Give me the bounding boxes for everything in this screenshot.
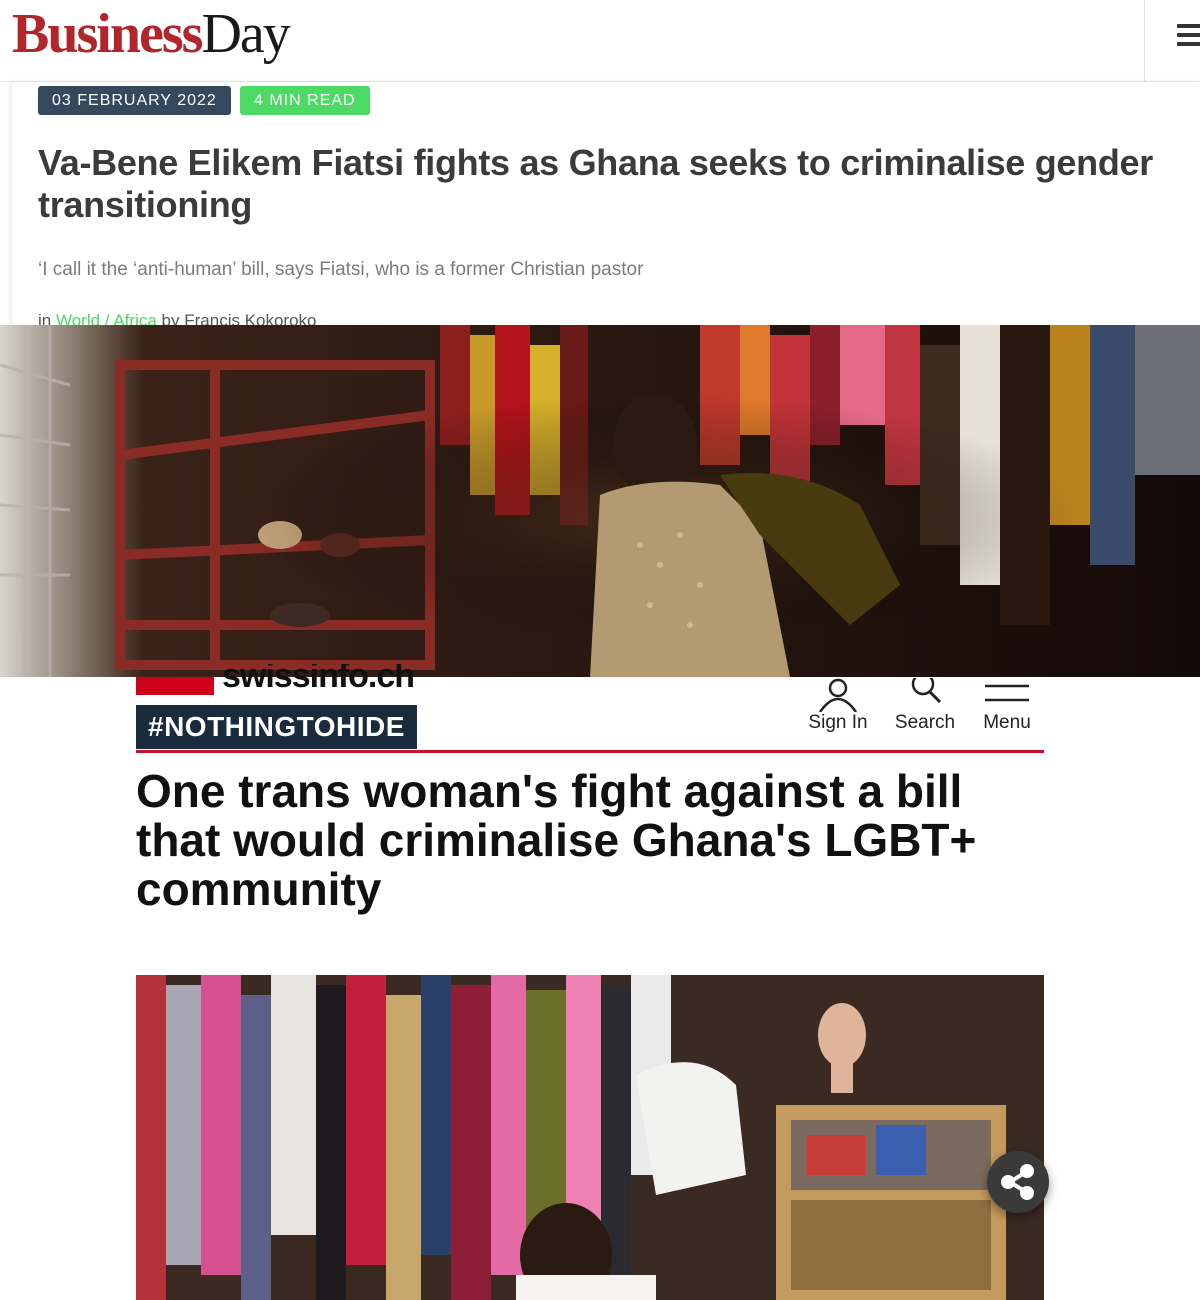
sign-in-button[interactable]: Sign In <box>806 678 870 734</box>
article-photo-closet <box>136 975 1044 1300</box>
category-link-africa[interactable]: Africa <box>113 311 156 325</box>
article-title[interactable]: Va-Bene Elikem Fiatsi fights as Ghana se… <box>38 142 1168 226</box>
search-button[interactable]: Search <box>892 672 958 734</box>
author-name: Francis Kokoroko <box>184 311 317 325</box>
swissinfo-article-title[interactable]: One trans woman's fight against a bill t… <box>136 767 1044 914</box>
menu-button[interactable]: Menu <box>980 678 1034 734</box>
share-icon <box>1001 1164 1034 1200</box>
menu-icon <box>980 678 1034 712</box>
article-subtitle: ‘I call it the ‘anti-human’ bill, says F… <box>38 259 644 280</box>
nothingtohide-tag[interactable]: #NOTHINGTOHIDE <box>136 705 417 749</box>
article-byline: in World / Africa by Francis Kokoroko <box>38 311 317 325</box>
swi-logo-mark[interactable] <box>136 677 214 695</box>
businessday-logo[interactable]: BusinessDay <box>12 2 291 72</box>
header-divider <box>1144 0 1145 82</box>
swissinfo-logo-text[interactable]: swissinfo.ch <box>222 664 414 688</box>
read-time-badge: 4 MIN READ <box>240 86 370 115</box>
user-icon <box>806 678 870 713</box>
category-link-world[interactable]: World <box>56 311 100 325</box>
search-icon <box>892 672 958 712</box>
article-photo-wardrobe <box>0 325 1200 677</box>
businessday-header: BusinessDay <box>0 0 1200 82</box>
businessday-article-card: 03 FEBRUARY 2022 4 MIN READ Va-Bene Elik… <box>12 82 1200 325</box>
header-rule <box>136 750 1044 753</box>
hamburger-icon[interactable] <box>1177 24 1200 46</box>
share-button[interactable] <box>987 1151 1049 1213</box>
date-badge: 03 FEBRUARY 2022 <box>38 86 231 115</box>
